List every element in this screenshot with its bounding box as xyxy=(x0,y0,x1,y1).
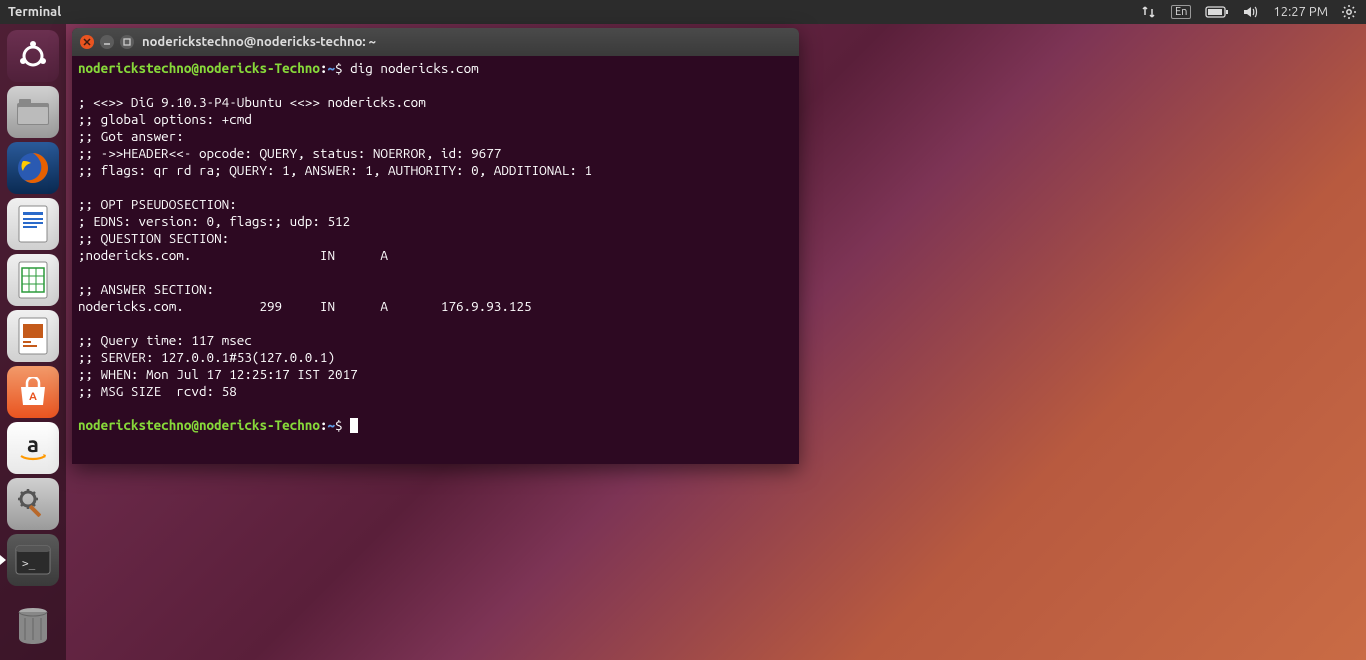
launcher-settings[interactable] xyxy=(7,478,59,530)
launcher-files[interactable] xyxy=(7,86,59,138)
launcher-dash[interactable] xyxy=(7,30,59,82)
amazon-icon: a xyxy=(15,430,51,466)
window-title: noderickstechno@nodericks-techno: ~ xyxy=(142,35,376,49)
clock[interactable]: 12:27 PM xyxy=(1273,5,1328,19)
top-panel: Terminal En 12:27 PM xyxy=(0,0,1366,24)
keyboard-lang-indicator[interactable]: En xyxy=(1171,5,1191,19)
gear-icon[interactable] xyxy=(1342,5,1356,19)
launcher-calc[interactable] xyxy=(7,254,59,306)
terminal-icon: >_ xyxy=(13,543,53,577)
svg-text:a: a xyxy=(27,432,39,457)
terminal-titlebar[interactable]: noderickstechno@nodericks-techno: ~ xyxy=(72,28,799,56)
window-maximize-button[interactable] xyxy=(120,35,134,49)
volume-icon[interactable] xyxy=(1243,5,1259,19)
terminal-cursor xyxy=(350,418,358,433)
window-close-button[interactable] xyxy=(80,35,94,49)
trash-icon xyxy=(13,604,53,648)
launcher-software[interactable]: A xyxy=(7,366,59,418)
launcher-amazon[interactable]: a xyxy=(7,422,59,474)
minimize-icon xyxy=(103,38,111,46)
launcher-trash[interactable] xyxy=(7,600,59,652)
window-minimize-button[interactable] xyxy=(100,35,114,49)
terminal-body[interactable]: noderickstechno@nodericks-Techno:~$ dig … xyxy=(72,56,799,464)
document-icon xyxy=(16,204,50,244)
prompt-path: ~ xyxy=(327,60,335,76)
software-bag-icon: A xyxy=(16,377,50,407)
window-controls xyxy=(80,35,134,49)
settings-icon xyxy=(15,486,51,522)
launcher-writer[interactable] xyxy=(7,198,59,250)
prompt-symbol: $ xyxy=(335,60,343,76)
launcher-firefox[interactable] xyxy=(7,142,59,194)
launcher-terminal[interactable]: >_ xyxy=(7,534,59,586)
svg-text:A: A xyxy=(29,391,37,403)
terminal-window: noderickstechno@nodericks-techno: ~ node… xyxy=(72,28,799,464)
launcher-impress[interactable] xyxy=(7,310,59,362)
presentation-icon xyxy=(16,316,50,356)
spreadsheet-icon xyxy=(16,260,50,300)
prompt-user-host-2: noderickstechno@nodericks-Techno xyxy=(78,417,320,433)
prompt-user-host: noderickstechno@nodericks-Techno xyxy=(78,60,320,76)
terminal-output: ; <<>> DiG 9.10.3-P4-Ubuntu <<>> noderic… xyxy=(78,94,592,399)
prompt-path-2: ~ xyxy=(327,417,335,433)
files-icon xyxy=(15,97,51,127)
ubuntu-logo-icon xyxy=(16,39,50,73)
network-icon[interactable] xyxy=(1141,5,1157,19)
system-tray: En 12:27 PM xyxy=(1141,5,1366,19)
unity-launcher: A a >_ xyxy=(0,24,66,660)
active-app-name: Terminal xyxy=(0,5,61,19)
svg-text:>_: >_ xyxy=(22,557,36,570)
command-text: dig nodericks.com xyxy=(350,60,479,76)
maximize-icon xyxy=(123,38,131,46)
battery-icon[interactable] xyxy=(1205,6,1229,18)
prompt-symbol-2: $ xyxy=(335,417,343,433)
firefox-icon xyxy=(14,149,52,187)
close-icon xyxy=(83,38,91,46)
